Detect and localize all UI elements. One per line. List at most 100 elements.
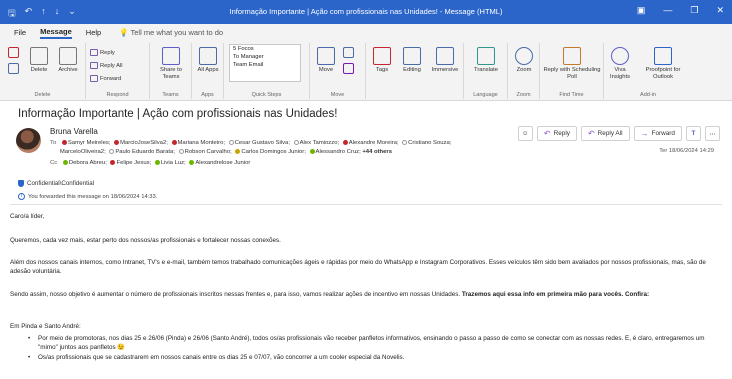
- quick-step-item[interactable]: Team Email: [230, 61, 300, 69]
- more-recipients-link[interactable]: +44 others: [362, 149, 392, 155]
- recipient[interactable]: Paulo Eduardo Barata;: [107, 149, 176, 155]
- tags-button[interactable]: Tags: [370, 47, 394, 74]
- recipient[interactable]: Debora Abreu;: [61, 160, 109, 166]
- immersive-button[interactable]: Immersive: [428, 47, 462, 74]
- message-subject: Informação Importante | Ação com profiss…: [18, 108, 338, 120]
- recipient[interactable]: Alexandrelose Junior: [187, 160, 250, 166]
- zoom-button[interactable]: Zoom: [511, 47, 537, 74]
- reply-label: Reply: [553, 130, 570, 137]
- group-delete: Delete Archive Delete: [0, 43, 86, 99]
- reply-all-button[interactable]: ↶ Reply All: [580, 126, 630, 141]
- move-icon: [317, 47, 335, 65]
- archive-button[interactable]: Archive: [54, 47, 82, 74]
- to-recipients-2: MarceloOliveira2; Paulo Eduardo Barata; …: [60, 149, 362, 155]
- recipient[interactable]: Felipe Jesus;: [108, 160, 152, 166]
- immersive-reader-icon: [436, 47, 454, 65]
- sender-name[interactable]: Bruna Varella: [50, 127, 98, 136]
- maximize-icon[interactable]: ❐: [690, 5, 698, 16]
- rules-icon[interactable]: [343, 47, 354, 60]
- ignore-icon[interactable]: [8, 63, 19, 76]
- recipient[interactable]: Cesar Gustavo Silva;: [227, 140, 292, 146]
- viva-insights-button[interactable]: Viva Insights: [607, 47, 633, 80]
- proofpoint-button[interactable]: Proofpoint for Outlook: [636, 47, 690, 80]
- menu-message[interactable]: Message: [40, 27, 72, 39]
- window-title: Informação Importante | Ação com profiss…: [229, 7, 503, 16]
- quick-step-item[interactable]: 5 Focos: [230, 45, 300, 53]
- ribbon-display-icon[interactable]: ▣: [637, 5, 646, 16]
- to-line-2: To MarceloOliveira2; Paulo Eduardo Barat…: [50, 149, 392, 155]
- ribbon-reply-button[interactable]: Reply: [90, 49, 115, 56]
- presence-icon: [293, 140, 299, 145]
- recipient[interactable]: Cristiano Souza;: [400, 140, 451, 146]
- close-icon[interactable]: ✕: [716, 5, 724, 16]
- recipient[interactable]: Alex Tamiozzo;: [292, 140, 341, 146]
- recipient-name: Alex Tamiozzo;: [299, 140, 341, 147]
- recipient[interactable]: Robson Carvalho;: [177, 149, 234, 155]
- apps-grid-icon: [199, 47, 217, 65]
- group-label-teams: Teams: [162, 92, 179, 98]
- recipient[interactable]: Alessandro Cruz;: [308, 149, 363, 155]
- recipient[interactable]: Mariana Monteiro;: [170, 140, 227, 146]
- editing-button[interactable]: Editing: [398, 47, 426, 74]
- tell-me-search[interactable]: 💡 Tell me what you want to do: [119, 28, 223, 37]
- presence-icon: [235, 149, 241, 154]
- quick-step-item[interactable]: To Manager: [230, 53, 300, 61]
- recipient[interactable]: Carlos Domingos Junior;: [233, 149, 307, 155]
- teams-share-button[interactable]: T: [686, 126, 701, 141]
- menu-help[interactable]: Help: [86, 28, 101, 37]
- body-greeting: Caro/a líder,: [10, 213, 45, 220]
- list-item: Os/as profissionais que se cadastrarem e…: [28, 353, 718, 363]
- smiley-icon: ☺: [522, 130, 529, 137]
- title-bar: 🖫 ↶ ↑ ↓ ⌄ Informação Importante | Ação c…: [0, 0, 732, 24]
- presence-icon: [402, 140, 408, 145]
- reply-button[interactable]: ↶ Reply: [536, 126, 577, 141]
- flag-icon: [373, 47, 391, 65]
- teams-icon: T: [691, 130, 696, 137]
- share-to-teams-button[interactable]: Share to Teams: [154, 47, 188, 80]
- presence-icon: [109, 149, 115, 154]
- group-label-add-in: Add-in: [640, 92, 656, 98]
- presence-icon: [62, 160, 68, 165]
- delete-label: Delete: [30, 67, 48, 73]
- reply-with-scheduling-poll-button[interactable]: Reply with Scheduling Poll: [543, 47, 601, 80]
- body-section-title: Em Pinda e Santo André:: [10, 323, 81, 330]
- recipient[interactable]: MarceloOliveira2;: [60, 149, 107, 155]
- recipient-name: Alexandre Moreira;: [348, 140, 401, 147]
- ribbon-reply-all-label: Reply All: [100, 63, 123, 70]
- all-apps-button[interactable]: All Apps: [195, 47, 221, 74]
- magnifier-icon: [515, 47, 533, 65]
- proofpoint-icon: [654, 47, 672, 65]
- search-icon: [403, 47, 421, 65]
- body-paragraph-2: Além dos nossos canais internos, como In…: [10, 259, 706, 276]
- more-actions-button[interactable]: ⋯: [705, 126, 720, 141]
- delete-button[interactable]: Delete: [26, 47, 52, 74]
- onenote-icon[interactable]: [343, 63, 354, 76]
- ribbon-forward-button[interactable]: Forward: [90, 75, 121, 82]
- translate-label: Translate: [474, 67, 498, 73]
- window-controls: ▣ — ❐ ✕: [637, 5, 724, 16]
- junk-icon[interactable]: [8, 47, 19, 60]
- group-label-apps: Apps: [201, 92, 214, 98]
- emoji-reaction-button[interactable]: ☺: [517, 126, 533, 141]
- minimize-icon[interactable]: —: [663, 5, 672, 16]
- recipient[interactable]: Livia Luz;: [153, 160, 188, 166]
- menu-file[interactable]: File: [14, 28, 26, 37]
- recipient[interactable]: Alexandre Moreira;: [341, 140, 400, 146]
- translate-button[interactable]: Translate: [468, 47, 504, 74]
- presence-icon: [309, 149, 315, 154]
- presence-icon: [189, 160, 195, 165]
- group-label-zoom: Zoom: [516, 92, 531, 98]
- shield-icon: [18, 180, 24, 187]
- recipient[interactable]: Samyr Meireles;: [60, 140, 112, 146]
- cc-line: Cc Debora Abreu; Felipe Jesus; Livia Luz…: [50, 160, 250, 166]
- viva-label: Viva Insights: [610, 67, 630, 80]
- move-button[interactable]: Move: [314, 47, 338, 74]
- recipient-name: Cristiano Souza;: [408, 140, 452, 147]
- forward-button[interactable]: → Forward: [633, 126, 682, 141]
- ribbon-reply-all-button[interactable]: Reply All: [90, 62, 123, 69]
- recipient[interactable]: MarcioJoseSilva2;: [112, 140, 169, 146]
- avatar[interactable]: [16, 128, 41, 153]
- recipient-name: Paulo Eduardo Barata;: [115, 149, 177, 156]
- recipient-name: Alessandro Cruz;: [315, 149, 363, 156]
- recipient-name: Carlos Domingos Junior;: [241, 149, 308, 156]
